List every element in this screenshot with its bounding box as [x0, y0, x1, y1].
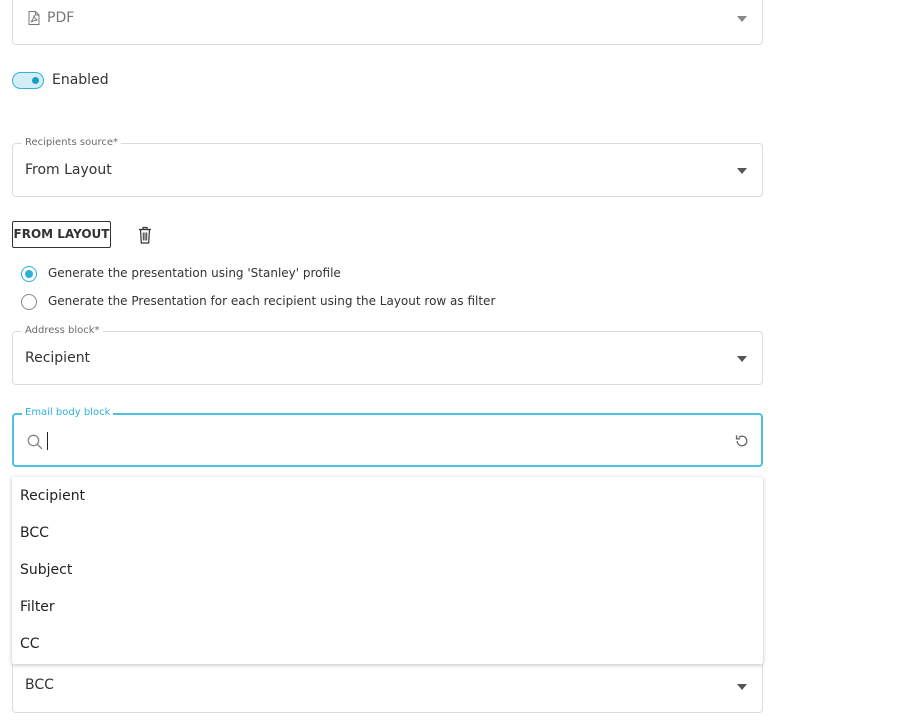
radio-option-label: Generate the presentation using 'Stanley… [48, 266, 341, 280]
radio-option-label: Generate the Presentation for each recip… [48, 294, 496, 308]
dropdown-option-recipient[interactable]: Recipient [12, 478, 763, 515]
chevron-down-icon[interactable] [737, 684, 747, 690]
bcc-block-select[interactable]: BCC [12, 658, 763, 713]
address-block-label: Address block* [22, 325, 103, 337]
dropdown-option-subject[interactable]: Subject [12, 552, 763, 589]
search-icon [27, 434, 43, 450]
enabled-label: Enabled [52, 72, 109, 88]
pdf-file-icon [28, 11, 40, 25]
recipients-source-label: Recipients source* [22, 137, 122, 149]
email-body-block-select[interactable]: Email body block [12, 407, 763, 467]
text-cursor [47, 432, 48, 450]
email-body-block-label: Email body block [22, 407, 114, 419]
dropdown-option-bcc[interactable]: BCC [12, 515, 763, 552]
address-block-select[interactable]: Address block* Recipient [12, 325, 763, 385]
chevron-down-icon[interactable] [737, 356, 747, 362]
recipients-source-value: From Layout [25, 162, 112, 178]
enabled-toggle[interactable] [12, 72, 44, 89]
reset-icon[interactable] [734, 433, 750, 449]
dropdown-option-cc[interactable]: CC [12, 626, 763, 663]
email-body-dropdown: Recipient BCC Subject Filter CC [12, 477, 763, 664]
format-select[interactable]: PDF [12, 0, 763, 45]
trash-icon[interactable] [136, 225, 154, 245]
radio-button-checked[interactable] [21, 266, 37, 282]
chevron-down-icon[interactable] [737, 168, 747, 174]
email-body-search-input[interactable] [50, 429, 690, 453]
dropdown-option-filter[interactable]: Filter [12, 589, 763, 626]
bcc-block-value: BCC [25, 677, 54, 693]
radio-button[interactable] [21, 294, 37, 310]
chevron-down-icon[interactable] [737, 16, 747, 22]
toggle-knob [32, 77, 39, 84]
from-layout-chip[interactable]: FROM LAYOUT [12, 221, 111, 248]
format-value: PDF [47, 10, 75, 26]
address-block-value: Recipient [25, 350, 91, 366]
recipients-source-select[interactable]: Recipients source* From Layout [12, 137, 763, 197]
